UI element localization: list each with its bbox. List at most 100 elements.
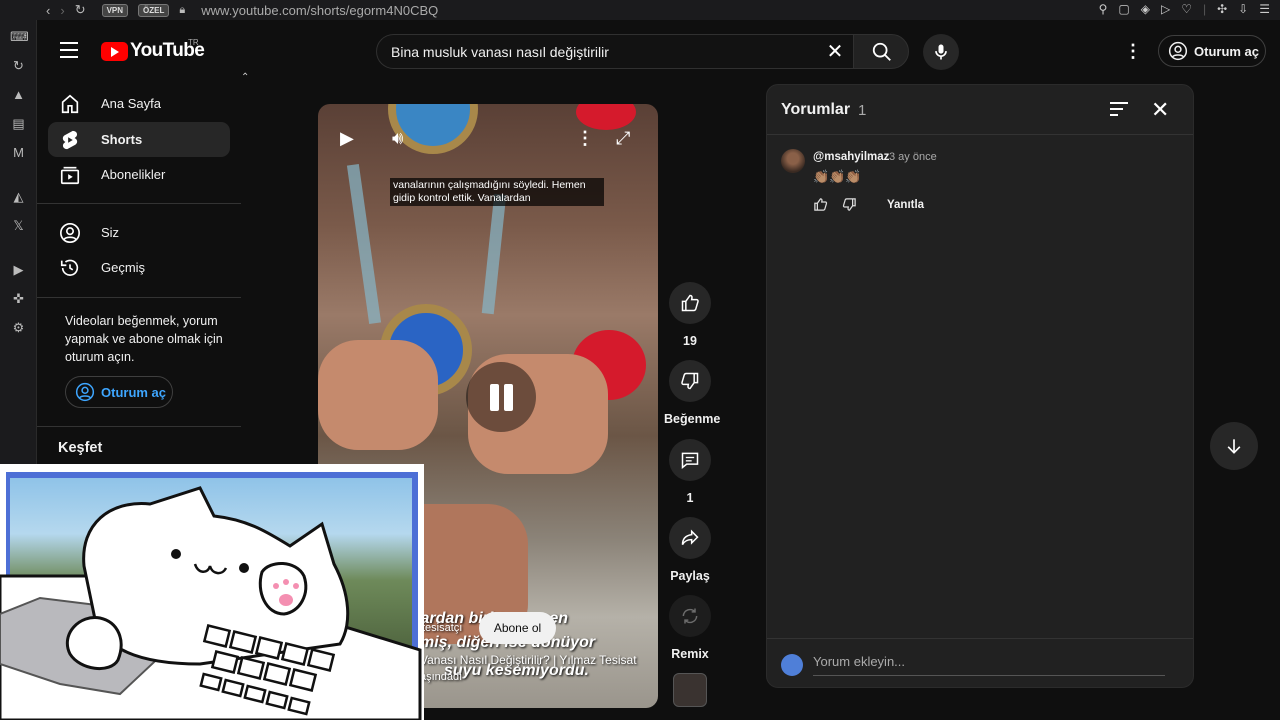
extensions-bar: ⚲ ▢ ◈ ▷ ♡ | ✣ ⇩ ☰ xyxy=(1099,2,1270,16)
remix-button[interactable]: Remix xyxy=(664,595,716,661)
bag-icon[interactable]: ▲ xyxy=(10,86,27,103)
heart-icon[interactable]: ♡ xyxy=(1181,2,1192,16)
dislike-button[interactable]: Beğenme xyxy=(664,360,720,426)
screenshot-icon[interactable]: ▢ xyxy=(1118,2,1129,16)
comment-author[interactable]: @msahyilmaz xyxy=(813,151,889,163)
video-frame-pipe xyxy=(346,163,382,325)
reply-button[interactable]: Yanıtla xyxy=(887,199,924,211)
puzzle-icon[interactable]: ✜ xyxy=(10,290,27,307)
gamepad-icon[interactable]: ⌨ xyxy=(10,28,29,45)
comment-text: 👏🏽👏🏽👏🏽 xyxy=(813,169,862,184)
volume-icon[interactable]: 🔊︎ xyxy=(392,128,403,149)
comment-composer: Yorum ekleyin... xyxy=(767,638,1193,688)
x-icon[interactable]: 𝕏 xyxy=(10,217,27,234)
sidebar-divider xyxy=(37,426,241,427)
shield-icon[interactable]: ◈ xyxy=(1141,2,1150,16)
subscriptions-icon xyxy=(58,163,82,187)
pause-button[interactable] xyxy=(466,362,536,432)
video-title-line-2: aşındadı xyxy=(420,671,463,683)
sidebar-item-shorts[interactable]: Shorts xyxy=(48,122,230,157)
search-button[interactable] xyxy=(853,34,909,69)
sound-thumbnail[interactable] xyxy=(673,673,707,707)
mail-icon[interactable]: M xyxy=(10,144,27,161)
comment-time[interactable]: 3 ay önce xyxy=(889,151,937,163)
thumbs-down-icon[interactable] xyxy=(842,197,857,212)
collapse-caret-icon[interactable]: ⌃ xyxy=(241,72,249,83)
browser-menu-icon[interactable]: ☰ xyxy=(1259,2,1270,16)
sidebar-item-home[interactable]: Ana Sayfa xyxy=(48,86,230,121)
video-menu-icon[interactable]: ⋮ xyxy=(576,128,594,149)
sidebar-item-label: Shorts xyxy=(101,132,143,147)
clear-search-icon[interactable]: ✕ xyxy=(822,39,848,65)
like-count: 19 xyxy=(683,334,697,348)
next-short-button[interactable] xyxy=(1210,422,1258,470)
comments-title: Yorumlar xyxy=(781,101,851,118)
thumbs-up-icon[interactable] xyxy=(813,197,828,212)
microphone-icon xyxy=(935,44,947,60)
dislike-circle[interactable] xyxy=(669,360,711,402)
address-bar[interactable]: www.youtube.com/shorts/egorm4N0CBQ xyxy=(201,3,438,18)
reload-icon[interactable]: ↻ xyxy=(75,2,86,18)
comments-count: 1 xyxy=(858,102,867,119)
hamburger-menu-icon[interactable] xyxy=(60,42,78,58)
sidebar-item-label: Ana Sayfa xyxy=(101,96,161,111)
remix-icon xyxy=(682,608,698,624)
send-icon[interactable]: ▷ xyxy=(1161,2,1170,16)
comments-button[interactable]: 1 xyxy=(664,439,716,505)
sort-icon[interactable] xyxy=(1110,102,1128,116)
history-rail-icon[interactable]: ↻ xyxy=(10,57,27,74)
downloads-icon[interactable]: ⇩ xyxy=(1238,2,1248,16)
youtube-logo[interactable]: YouTube TR xyxy=(101,38,205,62)
extensions-icon[interactable]: ✣ xyxy=(1217,2,1227,16)
play-icon[interactable]: ▶ xyxy=(340,128,354,149)
region-code: TR xyxy=(188,38,199,47)
signin-button[interactable]: Oturum aç xyxy=(1158,35,1266,67)
news-icon[interactable]: ▤ xyxy=(10,115,27,132)
comments-circle[interactable] xyxy=(669,439,711,481)
video-frame-hand xyxy=(318,340,438,450)
sidebar-item-label: Geçmiş xyxy=(101,260,146,275)
subscribe-button[interactable]: Abone ol xyxy=(479,612,556,644)
like-button[interactable]: 19 xyxy=(664,282,716,348)
video-title[interactable]: Vanası Nasıl Değiştirilir? | Yılmaz Tesi… xyxy=(420,653,637,667)
like-circle[interactable] xyxy=(669,282,711,324)
shorts-icon xyxy=(58,128,82,152)
sidebar-item-label: Siz xyxy=(101,225,120,240)
sidebar-item-you[interactable]: Siz xyxy=(48,215,230,250)
account-circle-icon xyxy=(1168,41,1188,61)
share-circle[interactable] xyxy=(669,517,711,559)
vpn-badge[interactable]: VPN xyxy=(101,3,129,17)
messenger-icon[interactable]: ◭ xyxy=(10,188,27,205)
settings-icon[interactable]: ⚙ xyxy=(10,319,27,336)
lock-icon: 🔒︎ xyxy=(179,3,186,16)
sidebar-item-subscriptions[interactable]: Abonelikler xyxy=(48,157,230,192)
search-input[interactable]: Bina musluk vanası nasıl değiştirilir xyxy=(391,44,609,60)
comment-actions: Yanıtla xyxy=(813,197,924,212)
sidebar-item-history[interactable]: Geçmiş xyxy=(48,250,230,285)
search-icon xyxy=(872,42,891,61)
search-box[interactable]: Bina musluk vanası nasıl değiştirilir ✕ xyxy=(376,34,854,69)
signin-label: Oturum aç xyxy=(101,384,167,400)
thumbs-down-icon xyxy=(681,372,699,390)
back-icon[interactable]: ‹ xyxy=(46,3,50,18)
sidebar-divider xyxy=(37,203,241,204)
arrow-down-icon xyxy=(1227,439,1241,454)
sidebar-signin-button[interactable]: Oturum aç xyxy=(65,376,173,408)
explore-heading: Keşfet xyxy=(58,440,103,456)
bongo-cat-illustration xyxy=(0,486,422,720)
youtube-play-icon xyxy=(101,41,128,61)
forward-icon[interactable]: › xyxy=(60,3,64,18)
voice-search-button[interactable] xyxy=(923,34,959,70)
avatar[interactable] xyxy=(781,149,805,173)
player-icon[interactable]: ▶ xyxy=(10,261,27,278)
pin-icon[interactable]: ⚲ xyxy=(1099,2,1108,16)
share-button[interactable]: Paylaş xyxy=(664,517,716,583)
comment-input[interactable]: Yorum ekleyin... xyxy=(813,654,1165,676)
streamer-overlay xyxy=(0,464,424,720)
close-icon[interactable]: ✕ xyxy=(1151,97,1169,123)
fullscreen-icon[interactable]: ⤢ xyxy=(616,128,630,149)
remix-circle[interactable] xyxy=(669,595,711,637)
more-options-icon[interactable]: ⋮ xyxy=(1124,42,1142,60)
channel-name[interactable]: tesisatçı xyxy=(422,622,462,634)
share-label: Paylaş xyxy=(670,569,710,583)
